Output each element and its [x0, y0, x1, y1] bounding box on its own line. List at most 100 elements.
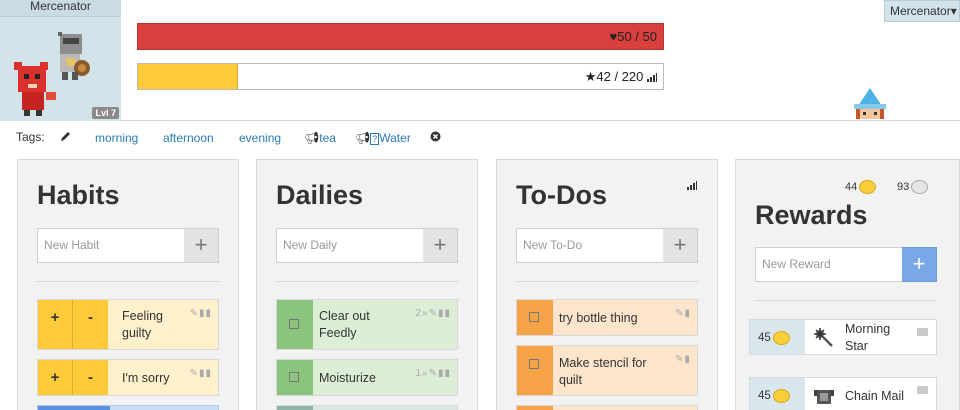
add-habit-button[interactable]: +	[184, 228, 219, 263]
reward-name: Morning Star	[845, 322, 891, 353]
experience-fill	[138, 64, 239, 89]
daily-checkbox[interactable]	[289, 372, 299, 382]
new-todo-input[interactable]: New To-Do	[516, 228, 664, 263]
daily-checkbox[interactable]	[289, 319, 299, 329]
avatar-panel[interactable]: Mercenator Lvl 7	[0, 0, 121, 121]
party-member-name: Mercenator	[890, 4, 951, 18]
daily-item[interactable]	[276, 405, 458, 410]
silver-count: 93	[897, 180, 929, 194]
gold-coin-icon	[859, 180, 877, 194]
todo-checkbox[interactable]	[529, 312, 539, 322]
rewards-column: 44 93 Rewards New Reward + 45 Morning St…	[735, 159, 960, 410]
new-daily-input[interactable]: New Daily	[276, 228, 424, 263]
megaphone-icon: 📢︎	[355, 131, 371, 145]
daily-text: Moisturize	[319, 371, 376, 385]
new-reward-input[interactable]: New Reward	[755, 247, 903, 282]
party-member-dropdown[interactable]: Mercenator▾	[884, 0, 960, 22]
morning-star-icon	[814, 328, 833, 347]
add-daily-button[interactable]: +	[423, 228, 458, 263]
reward-cost-value: 45	[758, 332, 771, 344]
tag-water-label: Water	[379, 131, 411, 145]
habit-plus-button[interactable]: +	[38, 360, 73, 395]
reward-cost: 45	[750, 320, 805, 354]
gold-coin-icon	[772, 388, 790, 403]
todo-checkbox[interactable]	[529, 359, 539, 369]
tag-tea-label: tea	[319, 131, 336, 145]
task-action-icons[interactable]: ✎▮▮	[190, 368, 212, 379]
habit-item[interactable]: + - I'm sorry ✎▮▮	[37, 359, 219, 396]
habit-buttons[interactable]	[38, 406, 110, 410]
habit-item[interactable]: + - Feeling guilty ✎▮▮	[37, 299, 219, 350]
task-action-icons[interactable]: 1»✎▮▮	[415, 368, 451, 379]
task-action-icons[interactable]: ✎▮	[675, 308, 691, 319]
reward-item[interactable]: 45 Chain Mail	[749, 377, 937, 410]
header: Mercenator Lvl 7 ♥50 / 50 ★42 / 220 Merc…	[0, 0, 960, 121]
tag-morning[interactable]: morning	[95, 131, 138, 145]
tag-bar: Tags: morning afternoon evening 📢︎tea 📢︎…	[0, 122, 960, 152]
todo-item[interactable]: try bottle thing ✎▮	[516, 299, 698, 336]
todo-checkbox-area[interactable]	[517, 406, 553, 410]
tag-water[interactable]: 📢︎? Water	[355, 131, 411, 145]
habitrpg-app: Mercenator Lvl 7 ♥50 / 50 ★42 / 220 Merc…	[0, 0, 960, 410]
health-bar: ♥50 / 50	[137, 23, 664, 50]
new-habit-input[interactable]: New Habit	[37, 228, 185, 263]
habit-text: I'm sorry	[122, 371, 170, 385]
silver-value: 93	[897, 180, 910, 193]
daily-checkbox-area[interactable]	[277, 360, 313, 395]
habit-minus-button[interactable]: -	[73, 360, 108, 395]
habit-minus-button[interactable]: -	[73, 300, 108, 349]
dailies-column: Dailies New Daily + Clear out Feedly 2»✎…	[256, 159, 478, 410]
experience-value: ★42 / 220	[584, 69, 644, 84]
add-todo-button[interactable]: +	[663, 228, 698, 263]
signal-bars-icon[interactable]	[687, 181, 697, 190]
reward-cost-value: 45	[758, 390, 771, 402]
comment-icon[interactable]	[917, 386, 928, 394]
pencil-icon[interactable]	[60, 131, 71, 142]
task-action-icons[interactable]: 2»✎▮▮	[415, 308, 451, 319]
tag-evening[interactable]: evening	[239, 131, 281, 145]
megaphone-icon: 📢︎	[304, 131, 320, 145]
reward-item[interactable]: 45 Morning Star	[749, 319, 937, 355]
todo-text: try bottle thing	[559, 311, 638, 325]
health-text: ♥50 / 50	[609, 29, 657, 44]
todos-divider	[516, 281, 698, 282]
daily-item[interactable]: Moisturize 1»✎▮▮	[276, 359, 458, 396]
help-icon: ?	[370, 133, 380, 145]
todo-checkbox-area[interactable]	[517, 300, 553, 335]
daily-item[interactable]: Clear out Feedly 2»✎▮▮	[276, 299, 458, 350]
reward-cost: 45	[750, 378, 805, 410]
daily-checkbox-area[interactable]	[277, 406, 313, 410]
rewards-divider	[755, 300, 937, 301]
comment-icon[interactable]	[917, 328, 928, 336]
todo-item[interactable]: Make stencil for quilt ✎▮	[516, 345, 698, 396]
dailies-divider	[276, 281, 458, 282]
todo-checkbox-area[interactable]	[517, 346, 553, 395]
todo-text: Make stencil for quilt	[559, 356, 647, 387]
silver-coin-icon	[911, 180, 929, 194]
chain-mail-icon	[814, 390, 834, 404]
knight-avatar-icon	[14, 32, 90, 116]
level-badge: Lvl 7	[92, 107, 119, 119]
streak-count: 2	[415, 308, 423, 319]
habits-divider	[37, 281, 219, 282]
party-member-avatar-icon[interactable]	[846, 88, 894, 121]
habits-column: Habits New Habit + + - Feeling guilty ✎▮…	[17, 159, 239, 410]
habit-item[interactable]	[37, 405, 219, 410]
experience-bar: ★42 / 220	[137, 63, 664, 90]
tag-afternoon[interactable]: afternoon	[163, 131, 214, 145]
habit-text: Feeling guilty	[122, 309, 163, 340]
remove-circle-icon[interactable]	[430, 131, 441, 142]
gold-value: 44	[845, 180, 858, 193]
task-action-icons[interactable]: ✎▮▮	[190, 308, 212, 319]
habit-plus-button[interactable]: +	[38, 300, 73, 349]
reward-name: Chain Mail	[845, 389, 905, 403]
todo-item[interactable]	[516, 405, 698, 410]
daily-checkbox-area[interactable]	[277, 300, 313, 349]
gold-count: 44	[845, 180, 877, 194]
add-reward-button[interactable]: +	[902, 247, 937, 282]
gold-coin-icon	[772, 330, 790, 345]
task-action-icons[interactable]: ✎▮	[675, 354, 691, 365]
rewards-title: Rewards	[755, 200, 868, 230]
tags-label: Tags:	[16, 130, 45, 144]
tag-tea[interactable]: 📢︎tea	[304, 131, 336, 145]
